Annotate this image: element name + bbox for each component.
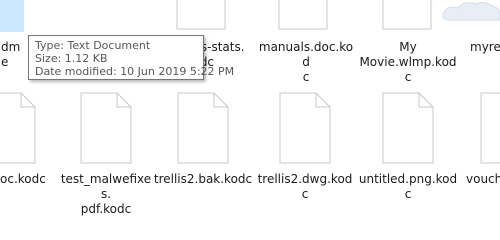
document-icon[interactable] bbox=[279, 92, 331, 164]
file-name: myres bbox=[470, 40, 500, 54]
cloud-icon bbox=[440, 0, 500, 25]
tooltip-size: Size: 1.12 KB bbox=[35, 52, 108, 65]
document-icon[interactable] bbox=[177, 92, 229, 164]
document-icon[interactable] bbox=[278, 0, 328, 30]
file-item[interactable]: dme bbox=[0, 40, 26, 70]
file-name: vouch bbox=[466, 172, 500, 186]
document-icon[interactable] bbox=[382, 0, 432, 30]
document-icon[interactable] bbox=[176, 0, 226, 30]
file-name: manuals.doc.kod c bbox=[258, 40, 354, 84]
document-icon[interactable] bbox=[0, 92, 36, 164]
file-item[interactable]: untitled.png.kod c bbox=[358, 172, 458, 202]
file-item[interactable]: trellis2.dwg.kodc bbox=[255, 172, 355, 202]
document-icon[interactable] bbox=[80, 92, 132, 164]
file-item[interactable]: test_malwefixes. pdf.kodc bbox=[56, 172, 156, 217]
file-name: trellis2.dwg.kodc bbox=[257, 172, 353, 201]
file-name: My Movie.wlmp.kod c bbox=[359, 40, 457, 84]
file-tooltip: Type: Text Document Size: 1.12 KB Date m… bbox=[28, 35, 235, 80]
file-item[interactable]: trellis2.bak.kodc bbox=[153, 172, 253, 187]
file-item[interactable]: manuals.doc.kod c bbox=[256, 40, 356, 85]
file-name: trellis2.bak.kodc bbox=[153, 172, 253, 186]
file-item[interactable]: myres bbox=[470, 40, 500, 55]
document-icon[interactable] bbox=[382, 92, 434, 164]
tooltip-date: Date modified: 10 Jun 2019 5:22 PM bbox=[35, 65, 235, 78]
file-item[interactable]: oc.kodc bbox=[0, 172, 50, 187]
file-name: dme bbox=[1, 40, 21, 69]
file-name: oc.kodc bbox=[0, 172, 46, 186]
file-item[interactable]: My Movie.wlmp.kod c bbox=[358, 40, 458, 85]
selected-item-highlight bbox=[0, 0, 24, 32]
tooltip-type: Type: Text Document bbox=[35, 39, 151, 52]
file-name: untitled.png.kod c bbox=[358, 172, 458, 201]
file-name: test_malwefixes. pdf.kodc bbox=[60, 172, 152, 216]
document-icon[interactable] bbox=[480, 92, 500, 164]
file-item[interactable]: vouch bbox=[466, 172, 500, 187]
